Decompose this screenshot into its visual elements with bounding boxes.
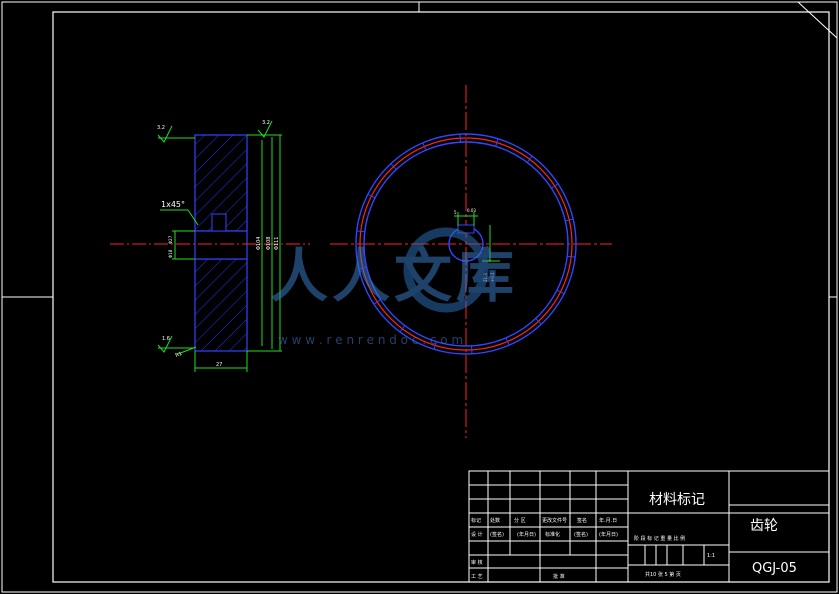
cad-drawing-canvas: 3.2 3.2 1.6 1x45° 27 R1 Φ104 Φ108 Φ111 Φ… (1, 1, 838, 593)
sheet-info: 共10 张 5 第 页 (645, 571, 681, 578)
tb-h1-1: 处数 (490, 517, 500, 524)
front-key-w-label: 5 (454, 210, 457, 215)
stage-header: 阶 段 标 记 重 量 比 例 (634, 535, 685, 542)
gear-tooth-mark (567, 255, 576, 258)
tb-h2-3: 标准化 (545, 531, 560, 538)
drawing-number: QGJ-05 (752, 561, 797, 576)
gear-tooth-mark (356, 230, 365, 233)
tb-h1-2: 分 区 (514, 517, 526, 524)
gear-tooth-mark (551, 183, 559, 189)
tb-h2-0: 设 计 (471, 531, 483, 538)
front-key-tol-label: 0.03 (467, 208, 476, 213)
tb-h2-4: (签名) (574, 531, 588, 538)
scale-value: 1:1 (707, 553, 715, 559)
tb-h4-0: 工 艺 (471, 574, 483, 580)
tb-h4-1: 批 准 (553, 573, 565, 580)
tb-h2-1: (签名) (490, 531, 504, 538)
dim-bore-a-label: Φ27 (168, 235, 173, 244)
gear-tooth-mark (526, 155, 533, 163)
tb-h1-4: 签名 (577, 517, 587, 524)
section-hatch-lower (194, 258, 248, 352)
corner-mark-tr (797, 1, 838, 39)
gear-tooth-mark (399, 325, 406, 333)
watermark: 人人文库 w w w . r e n r e n d o c . c o m (270, 227, 518, 347)
keyway (211, 213, 227, 232)
tb-h1-0: 标记 (471, 517, 481, 524)
tb-h3-0: 审 核 (471, 559, 483, 566)
material-label: 材料标记 (649, 492, 705, 508)
roughness-label-top-left: 3.2 (157, 125, 165, 131)
chamfer-label: 1x45° (161, 200, 185, 209)
tb-h2-2: (年月日) (517, 531, 536, 538)
roughness-label-top-right: 3.2 (262, 120, 270, 126)
roughness-label-bottom: 1.6 (162, 336, 170, 342)
section-bore (194, 230, 248, 260)
tb-h2-5: (年月日) (599, 531, 618, 538)
tb-h1-3: 更改文件号 (542, 517, 567, 524)
watermark-logo-text: 人人文库 (270, 242, 518, 310)
part-name: 齿轮 (750, 518, 778, 534)
dim-bore-b-label: Φ18 (168, 249, 173, 258)
dim-width-label: 27 (216, 362, 222, 368)
dim-d1-label: Φ104 (256, 237, 262, 250)
tb-h1-5: 年.月.日 (599, 517, 617, 524)
